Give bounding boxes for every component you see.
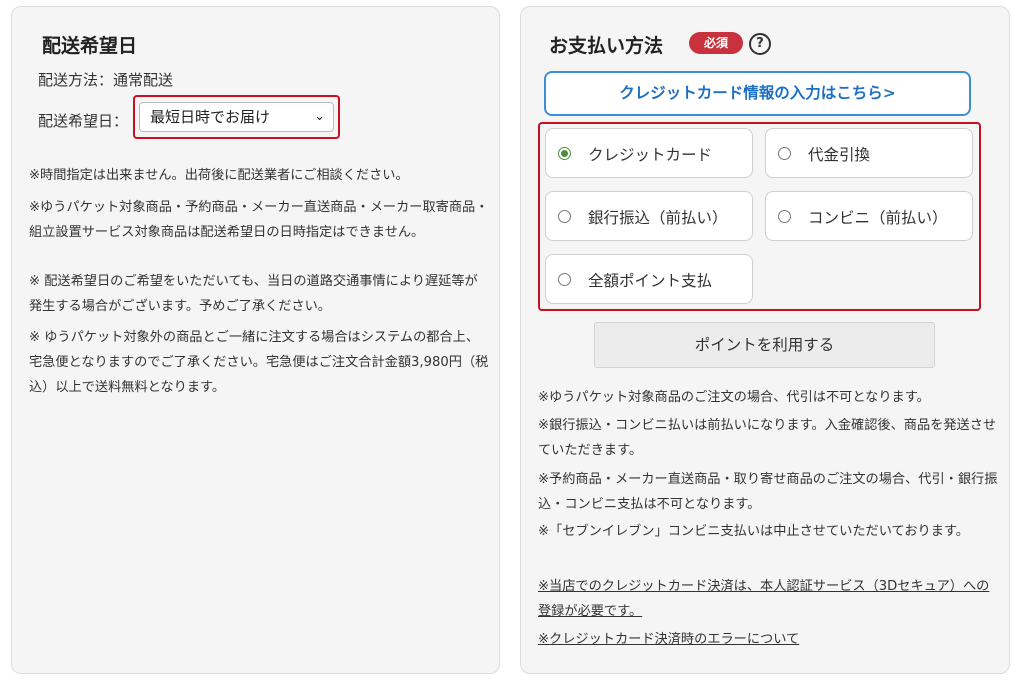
delivery-date-select-value: 最短日時でお届け xyxy=(150,108,271,126)
chevron-down-icon: ⌄ xyxy=(314,109,325,124)
delivery-date-select[interactable]: 最短日時でお届け ⌄ xyxy=(139,102,334,132)
3d-secure-info-link[interactable]: ※当店でのクレジットカード決済は、本人認証サービス（3Dセキュア）への登録が必要… xyxy=(538,574,993,624)
payment-option-convenience-store[interactable]: コンビニ（前払い） xyxy=(765,191,973,241)
payment-option-credit-card[interactable]: クレジットカード xyxy=(545,128,753,178)
delivery-method-text: 配送方法：通常配送 xyxy=(38,71,174,89)
delivery-date-label: 配送希望日： xyxy=(38,112,129,130)
payment-option-label: 代金引換 xyxy=(808,146,871,164)
payment-method-panel: お支払い方法 必須 ? クレジットカード情報の入力はこちら> クレジットカード … xyxy=(520,6,1010,674)
payment-option-label: 全額ポイント支払 xyxy=(588,272,713,290)
use-points-button[interactable]: ポイントを利用する xyxy=(594,322,935,368)
payment-note: ※予約商品・メーカー直送商品・取り寄せ商品のご注文の場合、代引・銀行振込・コンビ… xyxy=(538,472,998,512)
delivery-note: ※ゆうパケット対象商品・予約商品・メーカー直送商品・メーカー取寄商品・組立設置サ… xyxy=(29,200,489,240)
required-badge: 必須 xyxy=(689,32,743,54)
delivery-date-panel: 配送希望日 配送方法：通常配送 配送希望日： 最短日時でお届け ⌄ ※時間指定は… xyxy=(11,6,500,674)
radio-unchecked-icon[interactable] xyxy=(558,210,571,223)
radio-unchecked-icon[interactable] xyxy=(558,273,571,286)
payment-note: ※ゆうパケット対象商品のご注文の場合、代引は不可となります。 xyxy=(538,390,930,405)
delivery-note: ※ ゆうパケット対象外の商品とご一緒に注文する場合はシステムの都合上、宅急便とな… xyxy=(29,330,489,395)
payment-option-label: コンビニ（前払い） xyxy=(808,209,948,227)
payment-option-label: 銀行振込（前払い） xyxy=(588,209,728,227)
credit-card-error-link[interactable]: ※クレジットカード決済時のエラーについて xyxy=(538,627,993,652)
payment-option-label: クレジットカード xyxy=(588,146,713,164)
radio-checked-icon[interactable] xyxy=(558,147,571,160)
delivery-note: ※ 配送希望日のご希望をいただいても、当日の道路交通事情により遅延等が発生する場… xyxy=(29,274,478,314)
delivery-date-title: 配送希望日 xyxy=(42,35,138,57)
payment-method-title: お支払い方法 xyxy=(549,35,664,57)
payment-option-bank-transfer[interactable]: 銀行振込（前払い） xyxy=(545,191,753,241)
date-select-highlight: 最短日時でお届け ⌄ xyxy=(133,95,340,139)
payment-note: ※「セブンイレブン」コンビニ支払いは中止させていただいております。 xyxy=(538,524,969,539)
delivery-note: ※時間指定は出来ません。出荷後に配送業者にご相談ください。 xyxy=(29,168,409,183)
payment-option-cash-on-delivery[interactable]: 代金引換 xyxy=(765,128,973,178)
payment-note: ※銀行振込・コンビニ払いは前払いになります。入金確認後、商品を発送させていただき… xyxy=(538,418,997,458)
payment-option-full-points[interactable]: 全額ポイント支払 xyxy=(545,254,753,304)
help-icon[interactable]: ? xyxy=(749,33,771,55)
radio-unchecked-icon[interactable] xyxy=(778,210,791,223)
radio-unchecked-icon[interactable] xyxy=(778,147,791,160)
credit-card-info-button[interactable]: クレジットカード情報の入力はこちら> xyxy=(544,71,971,116)
